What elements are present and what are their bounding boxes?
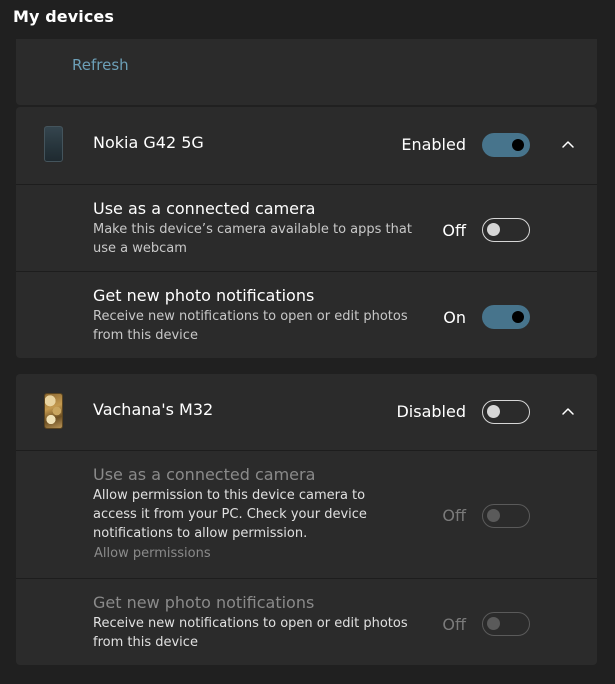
toggle-knob [512,139,524,151]
setting-state-label: On [443,308,466,327]
toggle-knob [487,223,500,236]
phone-icon [44,126,63,162]
device-name: Vachana's M32 [93,400,214,419]
device-status-label: Enabled [401,135,466,154]
connected-camera-toggle[interactable] [482,504,530,528]
device-name: Nokia G42 5G [93,133,204,152]
device-enable-toggle[interactable] [482,133,530,157]
device-card-nokia: Nokia G42 5G Enabled Use as a connected … [16,107,597,358]
setting-description: Receive new notifications to open or edi… [93,309,408,343]
allow-permissions-link[interactable]: Allow permissions [94,546,211,561]
toggle-knob [487,405,500,418]
setting-description: Allow permission to this device camera t… [93,488,367,541]
photo-notifications-toggle[interactable] [482,612,530,636]
setting-title: Get new photo notifications [93,593,315,612]
toggle-knob [512,311,524,323]
setting-description: Make this device’s camera available to a… [93,222,412,256]
connected-camera-toggle[interactable] [482,218,530,242]
toggle-knob [487,617,500,630]
setting-state-label: Off [442,506,466,525]
toggle-knob [487,509,500,522]
setting-title: Get new photo notifications [93,286,315,305]
setting-title: Use as a connected camera [93,465,316,484]
chevron-up-icon[interactable] [556,133,580,157]
setting-row-connected-camera: Use as a connected camera Make this devi… [16,185,597,271]
device-status-label: Disabled [396,402,466,421]
setting-row-photo-notifications: Get new photo notifications Receive new … [16,272,597,358]
refresh-card: Refresh [16,39,597,105]
device-header: Vachana's M32 Disabled [16,374,597,450]
chevron-up-icon[interactable] [556,400,580,424]
setting-row-connected-camera: Use as a connected camera Allow permissi… [16,451,597,578]
setting-state-label: Off [442,615,466,634]
setting-title: Use as a connected camera [93,199,316,218]
my-devices-page: My devices Refresh Nokia G42 5G Enabled … [0,0,615,684]
photo-notifications-toggle[interactable] [482,305,530,329]
device-card-m32: Vachana's M32 Disabled Use as a connecte… [16,374,597,665]
device-enable-toggle[interactable] [482,400,530,424]
phone-icon [44,393,63,429]
setting-state-label: Off [442,221,466,240]
setting-row-photo-notifications: Get new photo notifications Receive new … [16,579,597,665]
device-header: Nokia G42 5G Enabled [16,107,597,183]
setting-description: Receive new notifications to open or edi… [93,616,408,650]
page-title: My devices [13,7,114,26]
refresh-link[interactable]: Refresh [72,56,129,74]
